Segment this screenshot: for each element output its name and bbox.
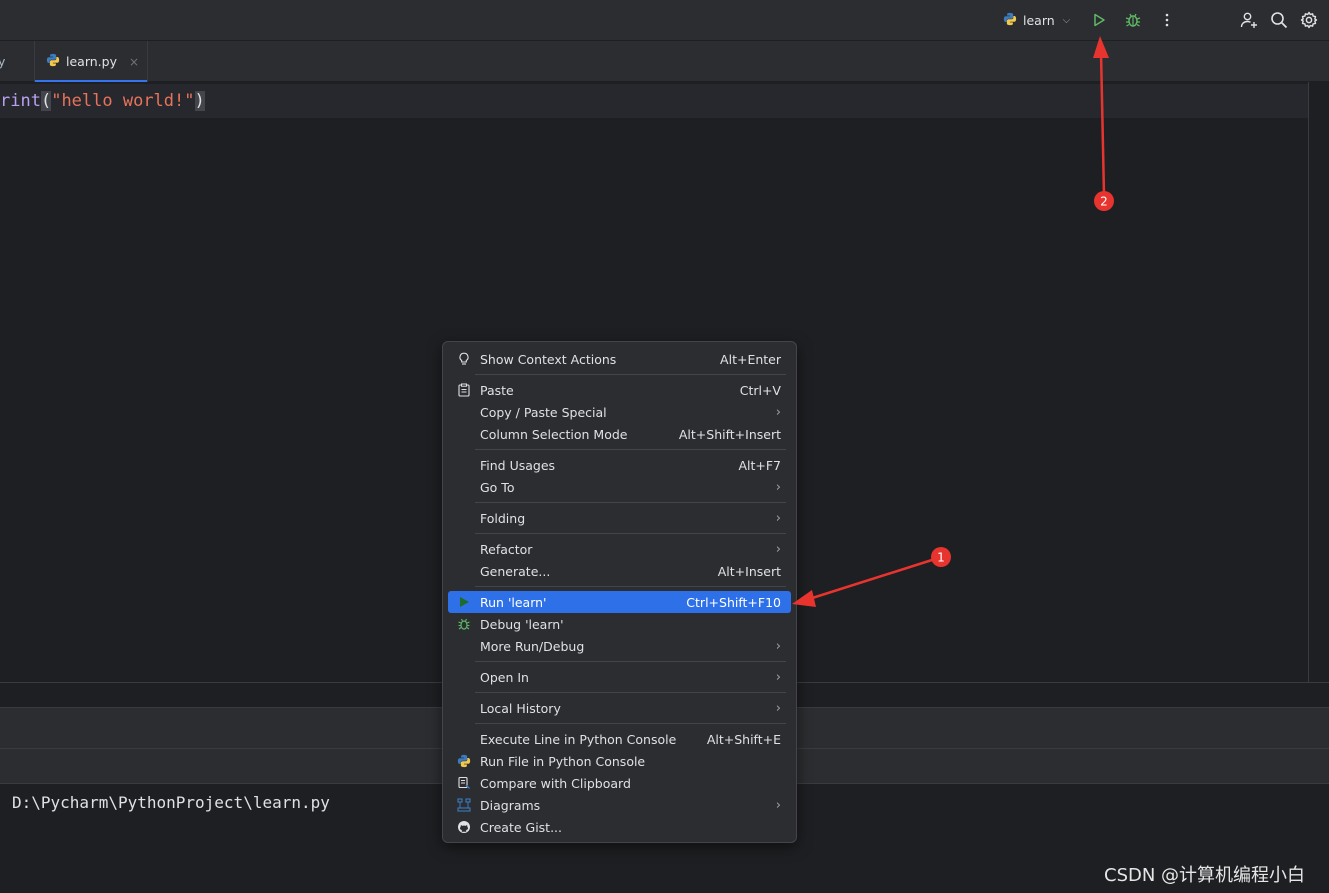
chevron-right-icon: ›	[775, 541, 781, 557]
menu-separator	[475, 723, 786, 724]
main-toolbar: learn ⌵	[0, 0, 1329, 41]
run-icon[interactable]	[1088, 9, 1110, 31]
menu-item-run-learn[interactable]: Run 'learn' Ctrl+Shift+F10	[448, 591, 791, 613]
previous-tab-fragment[interactable]: y	[0, 54, 5, 69]
chevron-right-icon: ›	[775, 510, 781, 526]
add-user-icon[interactable]	[1238, 9, 1260, 31]
menu-separator	[475, 449, 786, 450]
menu-item-run-file-python-console[interactable]: Run File in Python Console	[448, 750, 791, 772]
debug-icon	[456, 616, 472, 632]
code-line-1: rint("hello world!")	[0, 91, 205, 111]
menu-item-column-selection-mode[interactable]: Column Selection Mode Alt+Shift+Insert	[448, 423, 791, 445]
lightbulb-icon	[456, 351, 472, 367]
run-config-selector[interactable]: learn ⌵	[1003, 10, 1070, 30]
menu-item-local-history[interactable]: Local History ›	[448, 697, 791, 719]
menu-item-find-usages[interactable]: Find Usages Alt+F7	[448, 454, 791, 476]
github-icon	[456, 819, 472, 835]
menu-item-create-gist[interactable]: Create Gist...	[448, 816, 791, 838]
menu-item-diagrams[interactable]: Diagrams ›	[448, 794, 791, 816]
editor-tab-bar: y learn.py ×	[0, 41, 1329, 82]
run-config-label: learn	[1023, 12, 1055, 28]
menu-item-refactor[interactable]: Refactor ›	[448, 538, 791, 560]
code-function-name: rint	[0, 91, 41, 111]
search-icon[interactable]	[1268, 9, 1290, 31]
menu-item-debug-learn[interactable]: Debug 'learn'	[448, 613, 791, 635]
clipboard-icon	[456, 382, 472, 398]
tab-learn-py[interactable]: learn.py ×	[34, 41, 148, 82]
run-icon	[456, 594, 472, 610]
gear-icon[interactable]	[1298, 9, 1320, 31]
menu-separator	[475, 661, 786, 662]
code-close-paren: )	[194, 91, 205, 111]
menu-item-generate[interactable]: Generate... Alt+Insert	[448, 560, 791, 582]
menu-item-more-run-debug[interactable]: More Run/Debug ›	[448, 635, 791, 657]
menu-separator	[475, 533, 786, 534]
menu-item-copy-paste-special[interactable]: Copy / Paste Special ›	[448, 401, 791, 423]
menu-separator	[475, 374, 786, 375]
python-icon	[1003, 12, 1017, 29]
menu-item-go-to[interactable]: Go To ›	[448, 476, 791, 498]
close-icon[interactable]: ×	[129, 55, 139, 69]
menu-item-folding[interactable]: Folding ›	[448, 507, 791, 529]
python-file-icon	[46, 53, 60, 70]
menu-item-show-context-actions[interactable]: Show Context Actions Alt+Enter	[448, 348, 791, 370]
code-string-literal: "hello world!"	[51, 91, 195, 111]
debug-icon[interactable]	[1122, 9, 1144, 31]
menu-item-execute-line-python-console[interactable]: Execute Line in Python Console Alt+Shift…	[448, 728, 791, 750]
chevron-right-icon: ›	[775, 797, 781, 813]
chevron-right-icon: ›	[775, 700, 781, 716]
chevron-right-icon: ›	[775, 479, 781, 495]
compare-icon	[456, 775, 472, 791]
menu-separator	[475, 502, 786, 503]
chevron-right-icon: ›	[775, 638, 781, 654]
console-path: D:\Pycharm\PythonProject\learn.py	[12, 793, 330, 812]
more-vertical-icon[interactable]	[1156, 9, 1178, 31]
python-icon	[456, 753, 472, 769]
menu-separator	[475, 586, 786, 587]
menu-item-paste[interactable]: Paste Ctrl+V	[448, 379, 791, 401]
right-margin-guide	[1308, 82, 1309, 682]
diagram-icon	[456, 797, 472, 813]
watermark-text: CSDN @计算机编程小白	[1104, 865, 1306, 886]
menu-item-open-in[interactable]: Open In ›	[448, 666, 791, 688]
menu-separator	[475, 692, 786, 693]
chevron-down-icon: ⌵	[1062, 14, 1071, 26]
chevron-right-icon: ›	[775, 669, 781, 685]
editor-context-menu: Show Context Actions Alt+Enter Paste Ctr…	[442, 341, 797, 843]
tab-label: learn.py	[66, 54, 117, 69]
chevron-right-icon: ›	[775, 404, 781, 420]
code-open-paren: (	[40, 91, 52, 111]
menu-item-compare-with-clipboard[interactable]: Compare with Clipboard	[448, 772, 791, 794]
